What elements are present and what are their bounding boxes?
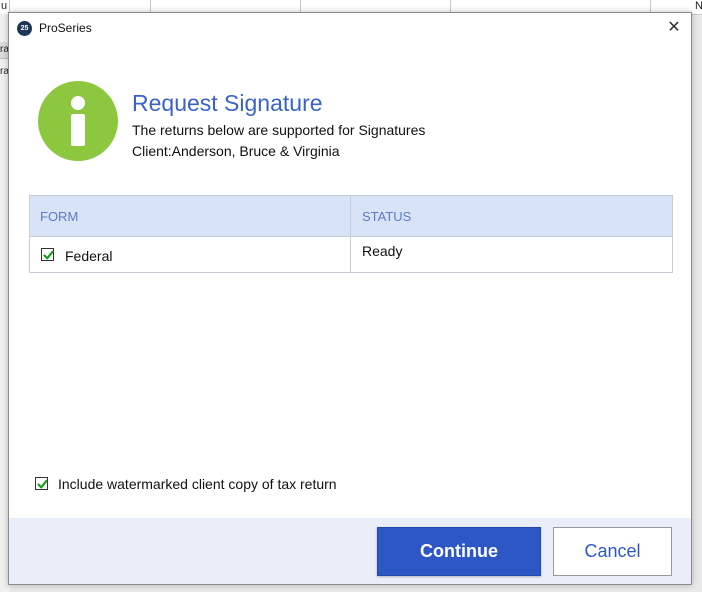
cancel-button[interactable]: Cancel — [553, 527, 672, 576]
table-header: FORM STATUS — [30, 196, 672, 237]
column-divider — [350, 196, 351, 272]
background-text: N — [695, 0, 702, 12]
background-text: u — [1, 0, 8, 12]
client-name: Client:Anderson, Bruce & Virginia — [132, 143, 340, 159]
dialog-titlebar: 25 ProSeries ✕ — [9, 13, 691, 44]
request-signature-dialog: 25 ProSeries ✕ Request Signature The ret… — [8, 12, 692, 585]
watermark-checkbox[interactable] — [35, 477, 48, 490]
watermark-option-label[interactable]: Include watermarked client copy of tax r… — [58, 476, 337, 492]
returns-table: FORM STATUS Federal Ready — [29, 195, 673, 273]
close-icon[interactable]: ✕ — [663, 17, 685, 39]
window-title: ProSeries — [39, 21, 92, 35]
column-header-form[interactable]: FORM — [40, 209, 78, 224]
column-header-status[interactable]: STATUS — [362, 209, 411, 224]
info-icon — [38, 81, 118, 161]
form-name: Federal — [65, 248, 113, 264]
info-glyph — [71, 96, 85, 146]
checkmark-icon — [37, 479, 48, 489]
continue-button[interactable]: Continue — [377, 527, 541, 576]
checkmark-icon — [43, 250, 54, 260]
dialog-heading: Request Signature — [132, 90, 323, 116]
dialog-subtitle: The returns below are supported for Sign… — [132, 122, 426, 138]
proseries-app-icon: 25 — [17, 21, 32, 36]
federal-checkbox[interactable] — [41, 248, 54, 261]
status-value: Ready — [362, 243, 403, 259]
